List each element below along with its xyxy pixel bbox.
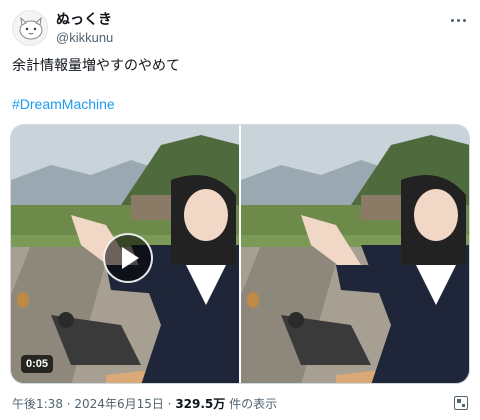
play-icon[interactable]: [103, 233, 153, 283]
post-meta: 午後1:38 · 2024年6月15日 · 329.5万 件の表示: [12, 396, 277, 412]
video-frame-image-2: [241, 125, 469, 383]
post-date[interactable]: 2024年6月15日: [74, 397, 163, 411]
avatar[interactable]: [12, 10, 48, 46]
video-duration: 0:05: [21, 355, 54, 373]
view-count-suffix: 件の表示: [225, 397, 278, 411]
media-grid: 0:05: [10, 124, 470, 384]
qr-icon[interactable]: [454, 396, 468, 410]
more-icon[interactable]: [448, 10, 468, 30]
meta-separator-2: ·: [163, 397, 176, 411]
author-names: ぬっくき @kikkunu: [56, 11, 113, 47]
post-header: ぬっくき @kikkunu: [12, 8, 468, 48]
display-name[interactable]: ぬっくき: [56, 11, 113, 29]
user-handle[interactable]: @kikkunu: [56, 29, 113, 47]
meta-separator: ·: [62, 397, 75, 411]
video-thumbnail-right[interactable]: [241, 125, 469, 383]
post-time[interactable]: 午後1:38: [12, 397, 63, 411]
tweet-text: 余計情報量増やすのやめて: [12, 58, 180, 74]
hashtag-link[interactable]: #DreamMachine: [12, 94, 115, 114]
view-count: 329.5万: [175, 397, 226, 411]
video-thumbnail-left[interactable]: 0:05: [11, 125, 239, 383]
